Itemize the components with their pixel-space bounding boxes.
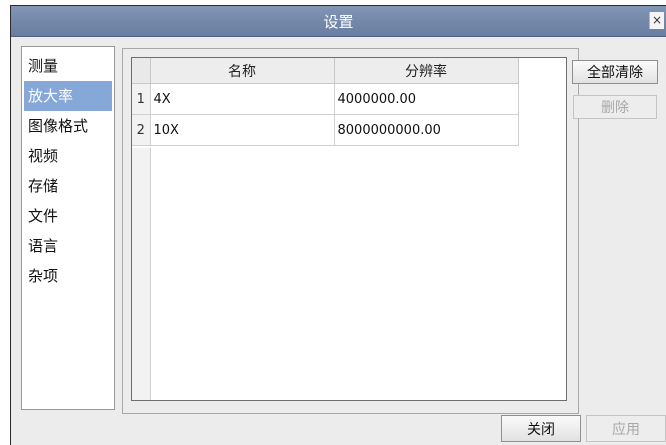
magnification-panel: 名称 分辨率 1 4X 4000000.00 2 10X 8000000000.… [122, 48, 579, 414]
column-header-name[interactable]: 名称 [150, 58, 335, 84]
magnification-table-container: 名称 分辨率 1 4X 4000000.00 2 10X 8000000000.… [131, 57, 567, 401]
row-index-strip [132, 148, 151, 400]
cell-name[interactable]: 4X [150, 83, 335, 115]
clear-all-button[interactable]: 全部清除 [572, 60, 658, 84]
sidebar-item-misc[interactable]: 杂项 [24, 261, 112, 291]
magnification-table: 名称 分辨率 1 4X 4000000.00 2 10X 8000000000.… [132, 58, 519, 146]
column-header-resolution[interactable]: 分辨率 [334, 58, 519, 84]
cell-resolution[interactable]: 8000000000.00 [334, 114, 519, 146]
settings-sidebar: 测量 放大率 图像格式 视频 存储 文件 语言 杂项 [21, 46, 115, 410]
close-button[interactable]: 关闭 [501, 415, 581, 442]
apply-button[interactable]: 应用 [586, 415, 666, 442]
table-row[interactable]: 1 4X 4000000.00 [132, 83, 519, 115]
settings-dialog: 设置 × 测量 放大率 图像格式 视频 存储 文件 语言 杂项 名称 分辨率 1… [10, 5, 666, 445]
sidebar-item-measure[interactable]: 测量 [24, 51, 112, 81]
row-number[interactable]: 1 [132, 83, 151, 115]
window-title: 设置 [323, 12, 354, 31]
table-header-row: 名称 分辨率 [132, 58, 519, 84]
title-bar[interactable]: 设置 × [11, 6, 666, 37]
sidebar-item-magnification[interactable]: 放大率 [24, 81, 112, 111]
sidebar-item-video[interactable]: 视频 [24, 141, 112, 171]
sidebar-item-image-format[interactable]: 图像格式 [24, 111, 112, 141]
sidebar-item-language[interactable]: 语言 [24, 231, 112, 261]
cell-name[interactable]: 10X [150, 114, 335, 146]
delete-button[interactable]: 删除 [573, 95, 657, 119]
row-number[interactable]: 2 [132, 114, 151, 146]
sidebar-item-storage[interactable]: 存储 [24, 171, 112, 201]
cell-resolution[interactable]: 4000000.00 [334, 83, 519, 115]
close-icon[interactable]: × [649, 12, 664, 29]
sidebar-item-file[interactable]: 文件 [24, 201, 112, 231]
table-corner-cell [132, 58, 151, 84]
table-row[interactable]: 2 10X 8000000000.00 [132, 114, 519, 146]
